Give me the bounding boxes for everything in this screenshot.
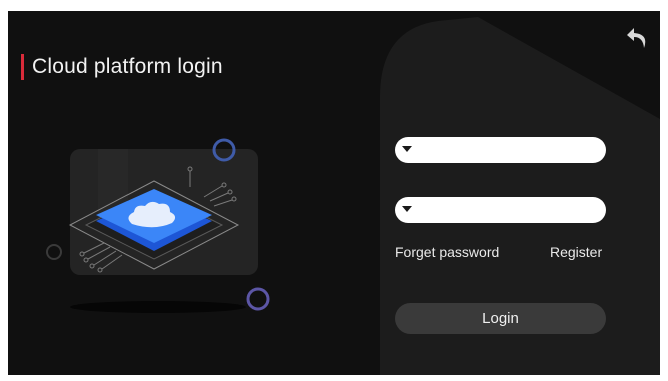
login-screen: Cloud platform login Forget password Reg… [8,11,660,375]
back-arrow-icon [627,28,646,48]
password-input[interactable] [417,197,601,225]
gray-ring [46,244,62,260]
register-link[interactable]: Register [550,244,602,260]
login-button[interactable]: Login [395,303,606,334]
forget-password-link[interactable]: Forget password [395,244,499,260]
caret-down-icon[interactable] [402,146,412,152]
cloud-illustration [46,138,270,313]
back-button[interactable] [624,24,652,52]
username-input[interactable] [417,137,601,165]
purple-ring [246,287,270,311]
password-field[interactable] [395,197,606,225]
username-field[interactable] [395,137,606,165]
caret-down-icon[interactable] [402,206,412,212]
